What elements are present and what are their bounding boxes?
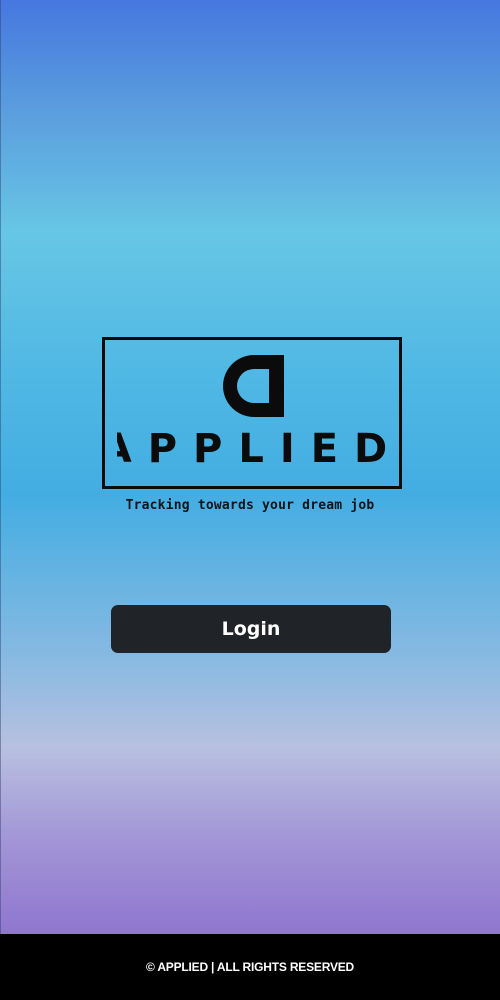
tagline: Tracking towards your dream job bbox=[125, 498, 375, 513]
footer: © APPLIED | ALL RIGHTS RESERVED bbox=[0, 934, 500, 1000]
copyright-text: © APPLIED | ALL RIGHTS RESERVED bbox=[145, 960, 355, 974]
logo-wordmark: APPLIED bbox=[105, 430, 399, 470]
app-logo: APPLIED bbox=[102, 337, 402, 489]
logo-wordmark-graphic: APPLIED bbox=[117, 430, 387, 470]
screen-edge bbox=[0, 0, 1, 934]
gradient-background: APPLIED Tracking towards your dream job … bbox=[0, 0, 500, 934]
logo-wordmark-text: APPLIED bbox=[117, 430, 387, 470]
login-button[interactable]: Login bbox=[111, 605, 391, 653]
logo-mark-icon bbox=[223, 355, 284, 417]
